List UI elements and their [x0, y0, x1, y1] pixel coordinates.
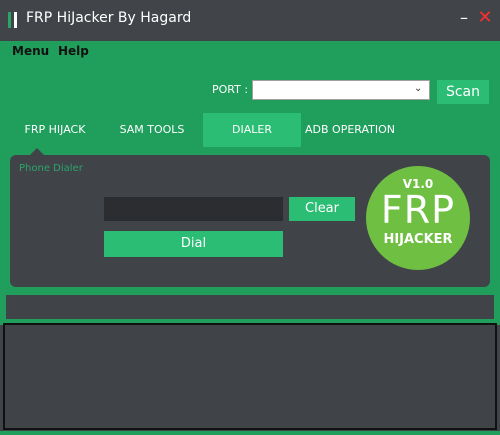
logo-main-text: FRP: [380, 188, 456, 232]
close-button[interactable]: ✕: [477, 7, 493, 28]
status-strip: [6, 295, 494, 319]
log-output-area[interactable]: [3, 323, 497, 430]
tab-dialer[interactable]: DIALER: [203, 113, 301, 147]
menu-bar: Menu Help: [0, 41, 500, 63]
dial-button[interactable]: Dial: [104, 231, 283, 257]
frp-hijacker-logo: V1.0 FRP HIJACKER: [366, 166, 470, 270]
tab-frp-hijack[interactable]: FRP HIJACK: [15, 113, 95, 147]
phone-number-input[interactable]: [104, 197, 283, 221]
menu-item-menu[interactable]: Menu: [12, 44, 49, 58]
clear-button[interactable]: Clear: [289, 197, 355, 221]
tab-sam-tools[interactable]: SAM TOOLS: [107, 113, 197, 147]
tab-adb-operation[interactable]: ADB OPERATION: [300, 113, 400, 147]
title-bar: FRP HiJacker By Hagard – ✕: [0, 0, 500, 40]
scan-button[interactable]: Scan: [437, 80, 489, 104]
menu-item-help[interactable]: Help: [58, 44, 89, 58]
port-select[interactable]: [252, 80, 430, 100]
tab-pointer: [30, 148, 44, 155]
app-logo-icon: [8, 12, 18, 28]
minimize-button[interactable]: –: [456, 8, 472, 27]
window-title: FRP HiJacker By Hagard: [26, 10, 192, 26]
section-label-phone-dialer: Phone Dialer: [19, 163, 83, 174]
app-window: FRP HiJacker By Hagard – ✕ Menu Help POR…: [0, 0, 500, 435]
port-label: PORT :: [212, 83, 249, 96]
logo-sub-text: HIJACKER: [383, 232, 453, 247]
chevron-down-icon[interactable]: ⌄: [414, 83, 422, 94]
bottom-border: [0, 431, 500, 435]
